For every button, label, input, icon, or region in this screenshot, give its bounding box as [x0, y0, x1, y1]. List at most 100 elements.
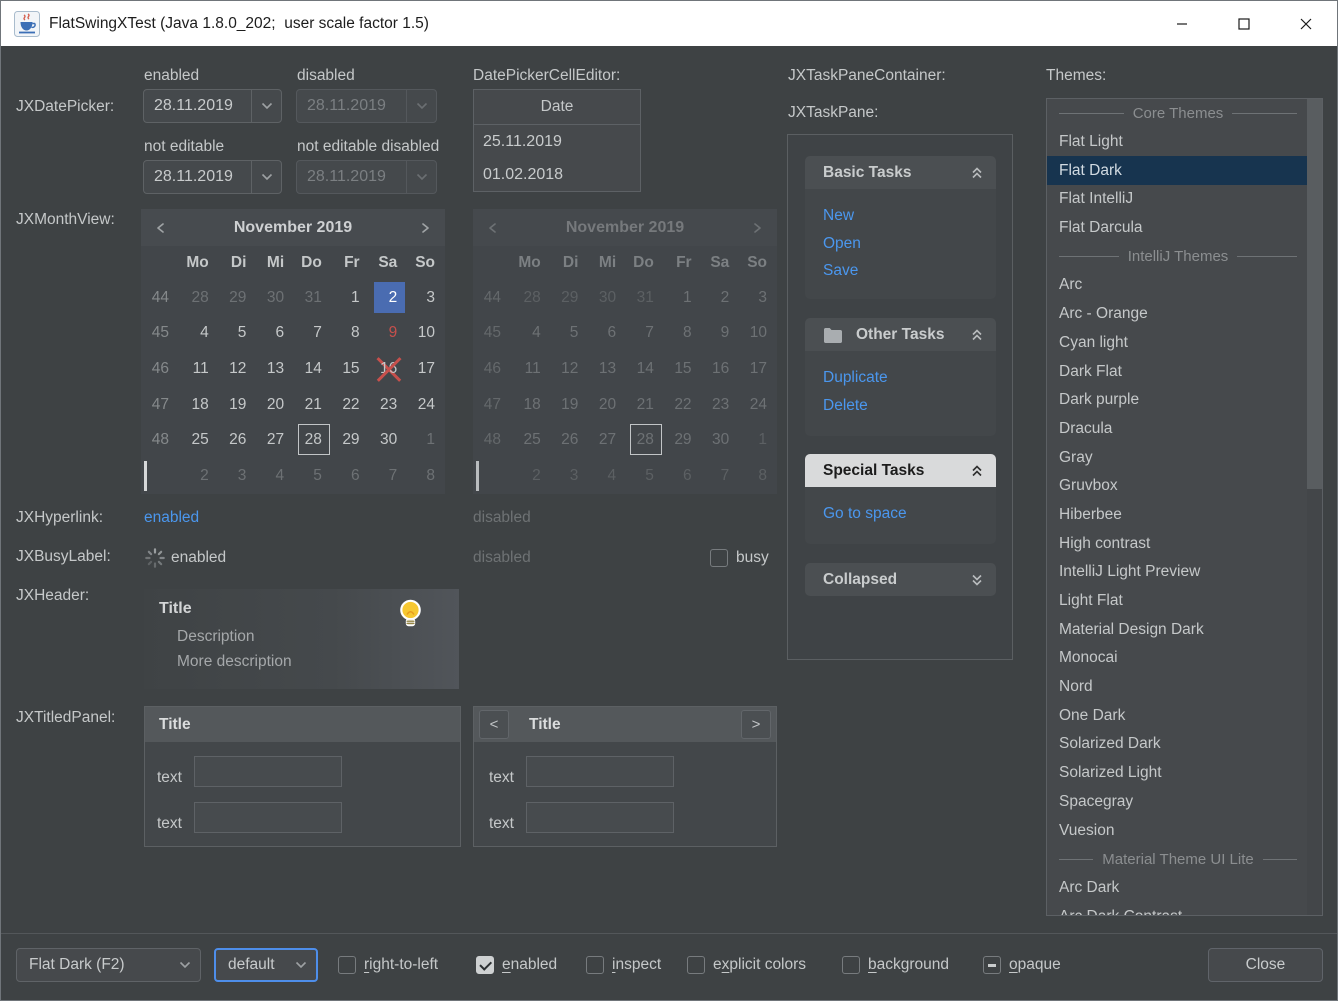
theme-list-item[interactable]: Hiberbee [1047, 501, 1307, 530]
day-cell[interactable]: 1 [407, 422, 445, 458]
day-cell[interactable]: 12 [219, 351, 257, 387]
day-cell[interactable]: 22 [332, 387, 370, 423]
text-input[interactable] [526, 802, 674, 833]
theme-list-item[interactable]: Monocai [1047, 644, 1307, 673]
day-cell[interactable]: 17 [407, 351, 445, 387]
day-cell[interactable]: 29 [332, 422, 370, 458]
theme-list-item[interactable]: Flat Dark [1047, 156, 1307, 185]
date-column-header[interactable]: Date [474, 90, 640, 125]
minimize-button[interactable] [1151, 1, 1213, 46]
theme-list-item[interactable]: Material Design Dark [1047, 615, 1307, 644]
theme-list-item[interactable]: Dark purple [1047, 386, 1307, 415]
task-link-open[interactable]: Open [823, 230, 996, 258]
theme-list-item[interactable]: Arc Dark [1047, 874, 1307, 903]
day-cell[interactable]: 18 [181, 387, 219, 423]
prev-month-button[interactable] [141, 220, 181, 236]
theme-list-item[interactable]: Vuesion [1047, 816, 1307, 845]
theme-list-item[interactable]: Arc - Orange [1047, 300, 1307, 329]
taskpane-header[interactable]: Other Tasks [805, 318, 996, 351]
chevron-down-icon[interactable] [251, 161, 281, 193]
day-cell[interactable]: 20 [256, 387, 294, 423]
day-cell[interactable]: 29 [219, 280, 257, 316]
theme-list-item[interactable]: Dark Flat [1047, 357, 1307, 386]
checkbox-right-to-left[interactable]: right-to-left [338, 955, 438, 975]
scrollbar-thumb[interactable] [1307, 99, 1322, 489]
prev-button[interactable]: < [479, 710, 509, 739]
theme-list-item[interactable]: Arc [1047, 271, 1307, 300]
day-cell[interactable]: 4 [256, 458, 294, 494]
theme-list-item[interactable]: Light Flat [1047, 587, 1307, 616]
table-row[interactable]: 01.02.2018 [474, 158, 640, 191]
day-cell[interactable]: 19 [219, 387, 257, 423]
day-cell[interactable]: 1 [332, 280, 370, 316]
theme-list-item[interactable]: Spacegray [1047, 788, 1307, 817]
scale-combobox[interactable]: default [214, 948, 318, 982]
day-cell[interactable]: 30 [256, 280, 294, 316]
day-cell[interactable]: 7 [294, 316, 332, 352]
datepicker-enabled[interactable]: 28.11.2019 [143, 89, 282, 123]
task-link-new[interactable]: New [823, 202, 996, 230]
day-cell[interactable]: 2 [370, 280, 408, 316]
day-cell[interactable]: 24 [407, 387, 445, 423]
taskpane-header[interactable]: Special Tasks [805, 454, 996, 487]
theme-list-item[interactable]: Flat IntelliJ [1047, 185, 1307, 214]
theme-list-item[interactable]: Flat Darcula [1047, 214, 1307, 243]
theme-list-item[interactable]: Arc Dark Contrast [1047, 902, 1307, 916]
busy-checkbox[interactable]: busy [710, 548, 769, 568]
day-cell[interactable]: 2 [181, 458, 219, 494]
theme-list-item[interactable]: Gruvbox [1047, 472, 1307, 501]
checkbox-opaque[interactable]: opaque [983, 955, 1061, 975]
theme-list-item[interactable]: IntelliJ Light Preview [1047, 558, 1307, 587]
table-row[interactable]: 25.11.2019 [474, 125, 640, 158]
day-cell[interactable]: 7 [370, 458, 408, 494]
task-link-save[interactable]: Save [823, 257, 996, 285]
close-window-button[interactable] [1275, 1, 1337, 46]
checkbox-box[interactable] [983, 956, 1001, 974]
day-cell[interactable]: 30 [370, 422, 408, 458]
next-button[interactable]: > [741, 710, 771, 739]
theme-list-item[interactable]: High contrast [1047, 529, 1307, 558]
checkbox-box[interactable] [687, 956, 705, 974]
taskpane-header[interactable]: Collapsed [805, 563, 996, 596]
day-cell[interactable]: 28 [181, 280, 219, 316]
text-input[interactable] [526, 756, 674, 787]
theme-list-item[interactable]: Solarized Dark [1047, 730, 1307, 759]
expand-chevron-icon[interactable] [970, 573, 984, 587]
day-cell[interactable]: 15 [332, 351, 370, 387]
day-cell[interactable]: 8 [407, 458, 445, 494]
text-input[interactable] [194, 802, 342, 833]
checkbox-explicit-colors[interactable]: explicit colors [687, 955, 806, 975]
close-button[interactable]: Close [1208, 948, 1323, 982]
theme-list-item[interactable]: Flat Light [1047, 128, 1307, 157]
text-input[interactable] [194, 756, 342, 787]
collapse-chevron-icon[interactable] [970, 166, 984, 180]
chevron-down-icon[interactable] [251, 90, 281, 122]
task-link-duplicate[interactable]: Duplicate [823, 364, 996, 392]
next-month-button[interactable] [405, 220, 445, 236]
day-cell[interactable]: 3 [407, 280, 445, 316]
monthview-enabled[interactable]: November 2019MoDiMiDoFrSaSo4428293031123… [141, 209, 445, 494]
datepicker-not-editable[interactable]: 28.11.2019 [143, 160, 282, 194]
task-link-go-to-space[interactable]: Go to space [823, 500, 996, 528]
task-link-delete[interactable]: Delete [823, 392, 996, 420]
checkbox-box[interactable] [338, 956, 356, 974]
day-cell[interactable]: 28 [294, 422, 332, 458]
day-cell[interactable]: 8 [332, 316, 370, 352]
day-cell[interactable]: 10 [407, 316, 445, 352]
day-cell[interactable]: 27 [256, 422, 294, 458]
theme-list-item[interactable]: Dracula [1047, 415, 1307, 444]
checkbox-inspect[interactable]: inspect [586, 955, 661, 975]
day-cell[interactable]: 9 [370, 316, 408, 352]
day-cell[interactable]: 26 [219, 422, 257, 458]
day-cell[interactable]: 4 [181, 316, 219, 352]
theme-list-item[interactable]: Cyan light [1047, 329, 1307, 358]
checkbox-enabled[interactable]: enabled [476, 955, 557, 975]
maximize-button[interactable] [1213, 1, 1275, 46]
day-cell[interactable]: 16 [370, 351, 408, 387]
theme-list-item[interactable]: One Dark [1047, 701, 1307, 730]
day-cell[interactable]: 13 [256, 351, 294, 387]
day-cell[interactable]: 11 [181, 351, 219, 387]
checkbox-background[interactable]: background [842, 955, 949, 975]
day-cell[interactable]: 23 [370, 387, 408, 423]
themes-scrollbar[interactable] [1307, 99, 1322, 915]
